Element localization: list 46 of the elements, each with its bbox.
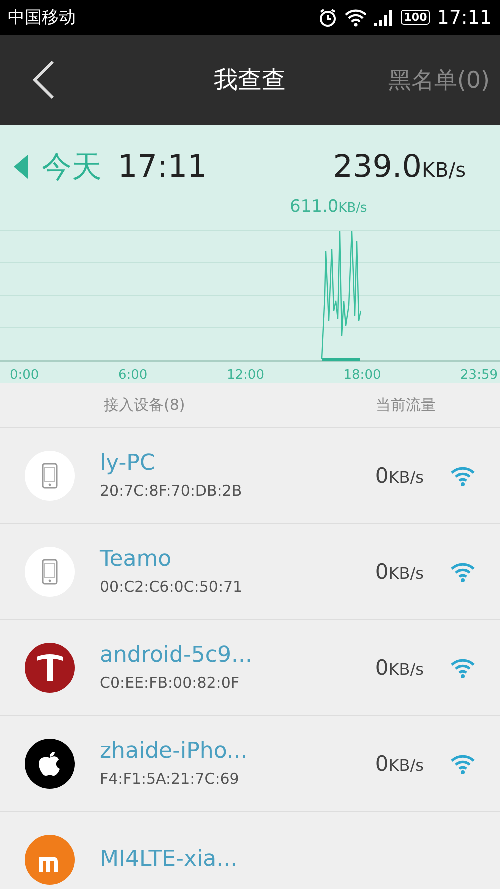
device-row[interactable]: android-5c9... C0:EE:FB:00:82:0F 0KB/s bbox=[0, 620, 500, 716]
mi-logo-icon bbox=[25, 834, 75, 884]
wifi-icon bbox=[450, 656, 476, 678]
device-rate: 0KB/s bbox=[375, 656, 424, 680]
carrier-name: 中国移动 bbox=[8, 7, 76, 29]
current-speed: 239.0KB/s bbox=[333, 149, 466, 185]
day-label: 今天 bbox=[42, 148, 102, 186]
column-header: 接入设备(8) bbox=[104, 396, 186, 414]
blacklist-link[interactable]: 黑名单(0) bbox=[388, 64, 490, 96]
current-time: 17:11 bbox=[118, 149, 208, 185]
mac-address: C0:EE:FB:00:82:0F bbox=[100, 674, 241, 692]
device-rate: 0KB/s bbox=[375, 464, 424, 488]
battery-level: 100 bbox=[401, 10, 430, 25]
phone-icon bbox=[25, 546, 75, 596]
axis-label: 23:59 bbox=[460, 368, 498, 383]
mac-address: 00:C2:C6:0C:50:71 bbox=[100, 578, 243, 596]
device-row[interactable]: zhaide-iPho... F4:F1:5A:21:7C:69 0KB/s bbox=[0, 716, 500, 812]
phone-icon bbox=[25, 450, 75, 500]
device-rate: 0KB/s bbox=[375, 752, 424, 776]
device-rate: 0KB/s bbox=[375, 560, 424, 584]
wifi-icon bbox=[450, 560, 476, 582]
device-name: zhaide-iPho... bbox=[100, 739, 248, 764]
axis-label: 6:00 bbox=[118, 368, 148, 383]
peak-label: 611.0KB/s bbox=[290, 197, 368, 217]
wifi-icon bbox=[450, 464, 476, 486]
back-icon[interactable] bbox=[32, 60, 56, 100]
axis-label: 0:00 bbox=[10, 368, 40, 383]
device-name: android-5c9... bbox=[100, 643, 252, 668]
device-name: MI4LTE-xia... bbox=[100, 847, 238, 872]
device-name: Teamo bbox=[100, 547, 173, 572]
wifi-icon bbox=[345, 8, 368, 26]
column-header: 当前流量 bbox=[376, 396, 436, 414]
device-row[interactable]: Teamo 00:C2:C6:0C:50:71 0KB/s bbox=[0, 524, 500, 620]
device-row[interactable]: ly-PC 20:7C:8F:70:DB:2B 0KB/s bbox=[0, 428, 500, 524]
wifi-icon bbox=[450, 752, 476, 774]
alarm-icon bbox=[318, 8, 338, 28]
axis-label: 18:00 bbox=[344, 368, 382, 383]
signal-icon bbox=[374, 10, 394, 26]
clock-time: 17:11 bbox=[437, 6, 492, 28]
mac-address: F4:F1:5A:21:7C:69 bbox=[100, 770, 240, 788]
axis-label: 12:00 bbox=[227, 368, 264, 383]
page-title: 我查查 bbox=[213, 65, 287, 96]
t-logo-icon bbox=[25, 642, 75, 692]
apple-icon bbox=[25, 738, 75, 788]
mac-address: 20:7C:8F:70:DB:2B bbox=[100, 482, 242, 500]
device-name: ly-PC bbox=[100, 451, 156, 476]
